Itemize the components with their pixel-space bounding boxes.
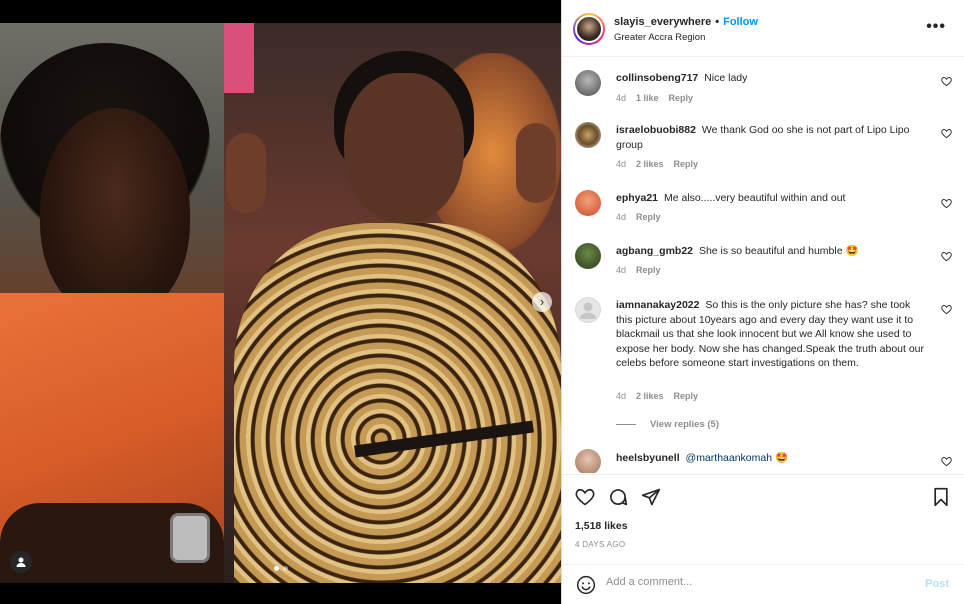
comment-likes[interactable]: 2 likes [636, 391, 664, 401]
post-header: slayis_everywhere • Follow Greater Accra R… [562, 0, 964, 57]
view-replies-label: View replies (5) [650, 419, 719, 430]
comment-text: Me also.....very beautiful within and ou… [663, 192, 846, 204]
post-date: 4 DAYS AGO [575, 540, 626, 549]
comment-username[interactable]: iamnanakay2022 [616, 299, 699, 311]
reply-button[interactable]: Reply [669, 93, 694, 103]
more-icon[interactable]: ••• [926, 18, 946, 36]
separator-dot: • [715, 16, 720, 28]
comment-username[interactable]: collinsobeng717 [616, 72, 698, 84]
photo-left-panel [0, 23, 224, 583]
carousel-dot [283, 566, 288, 571]
view-replies-button[interactable]: View replies (5) [616, 419, 719, 430]
emoji-icon[interactable] [576, 575, 596, 595]
heart-icon[interactable] [941, 198, 952, 212]
post-username[interactable]: slayis_everywhere [614, 16, 711, 28]
avatar[interactable] [573, 13, 605, 45]
comment-text: She is so beautiful and humble 🤩 [698, 245, 859, 257]
post-location[interactable]: Greater Accra Region [614, 32, 705, 43]
comment-username[interactable]: israelobuobi882 [616, 124, 696, 136]
chevron-right-icon[interactable]: › [532, 292, 552, 312]
post-button[interactable]: Post [925, 578, 949, 590]
avatar[interactable] [575, 243, 601, 269]
carousel-dots [274, 566, 288, 571]
post-actions: 1,518 likes 4 DAYS AGO [562, 474, 964, 562]
add-comment-bar: Post [562, 564, 964, 604]
share-icon[interactable] [641, 487, 661, 507]
avatar[interactable] [575, 297, 601, 323]
heart-icon[interactable] [941, 251, 952, 265]
comment-input[interactable] [606, 576, 906, 588]
avatar[interactable] [575, 190, 601, 216]
comment-text: Nice lady [704, 72, 748, 84]
comment-text: 🤩 [772, 452, 789, 464]
comment-likes[interactable]: 2 likes [636, 159, 664, 169]
likes-count[interactable]: 1,518 likes [575, 520, 628, 532]
heart-icon[interactable] [941, 304, 952, 318]
comments-list[interactable]: collinsobeng717 Nice lady 4d 1 like Reply … [562, 58, 964, 473]
heart-icon[interactable] [941, 128, 952, 142]
follow-button[interactable]: Follow [723, 16, 758, 28]
comment-mention[interactable]: @marthaankomah [686, 452, 773, 464]
carousel-dot-active [274, 566, 279, 571]
comment-icon[interactable] [608, 487, 628, 507]
comment-username[interactable]: agbang_gmb22 [616, 245, 693, 257]
post-media: › [0, 0, 561, 604]
bookmark-icon[interactable] [931, 487, 951, 507]
post-panel: slayis_everywhere • Follow Greater Accra R… [561, 0, 964, 604]
carousel-image[interactable] [0, 23, 561, 583]
comment-time: 4d [616, 265, 627, 275]
comment-time: 4d [616, 93, 627, 103]
reply-button[interactable]: Reply [636, 265, 661, 275]
comment-time: 4d [616, 391, 627, 401]
comment-time: 4d [616, 212, 627, 222]
comment-time: 4d [616, 159, 627, 169]
heart-icon[interactable] [941, 76, 952, 90]
comment-username[interactable]: ephya21 [616, 192, 658, 204]
heart-icon[interactable] [575, 487, 595, 507]
reply-button[interactable]: Reply [674, 391, 699, 401]
reply-button[interactable]: Reply [636, 212, 661, 222]
comment-likes[interactable]: 1 like [636, 93, 659, 103]
comment-username[interactable]: heelsbyunell [616, 452, 680, 464]
avatar[interactable] [575, 70, 601, 96]
photo-right-panel [224, 23, 561, 583]
avatar[interactable] [575, 449, 601, 473]
reply-button[interactable]: Reply [674, 159, 699, 169]
heart-icon[interactable] [941, 456, 952, 470]
avatar[interactable] [575, 122, 601, 148]
user-tag-icon[interactable] [10, 551, 32, 573]
